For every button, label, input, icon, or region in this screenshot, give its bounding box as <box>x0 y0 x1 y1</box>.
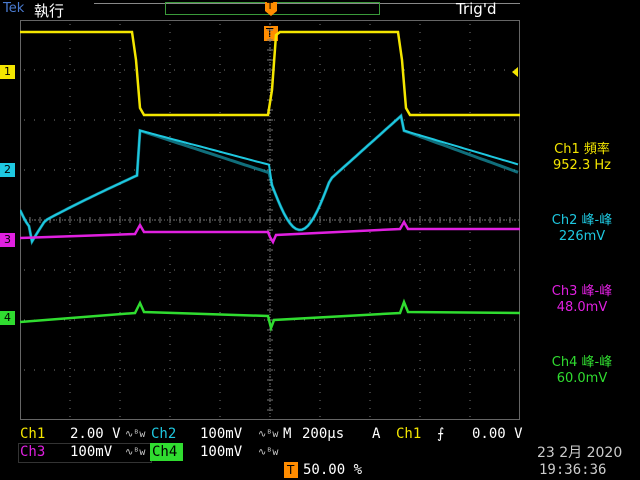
ch1-scale[interactable]: 2.00 V <box>70 425 121 443</box>
ch2-trace-envelope <box>20 113 519 246</box>
measurement-value: 952.3 Hz <box>553 158 611 173</box>
measurement-title: Ch1 頻率 <box>554 142 610 157</box>
timebase-value[interactable]: 200µs <box>302 425 344 443</box>
measurement-value: 226mV <box>558 229 606 244</box>
trigger-position-badge-label: T <box>287 463 295 477</box>
trigger-label: A <box>372 426 381 442</box>
measurement-title: Ch3 峰-峰 <box>551 284 613 299</box>
trigger-source[interactable]: Ch1 <box>396 425 421 443</box>
trigger-position-value[interactable]: 50.00 % <box>303 461 362 479</box>
ch3-ground-marker[interactable]: 3 <box>0 233 15 247</box>
measurement-ch2-pkpk: Ch2 峰-峰 226mV <box>524 213 640 245</box>
ch3-bw-limit-icon: ∿ᴮw <box>125 447 146 458</box>
ch2-bw-limit-icon: ∿ᴮw <box>258 429 279 440</box>
ch3-name: Ch3 <box>20 444 46 460</box>
measurement-title: Ch4 峰-峰 <box>551 355 613 370</box>
graticule <box>20 20 520 420</box>
measurement-value: 48.0mV <box>556 300 608 315</box>
trigger-level[interactable]: 0.00 V <box>472 425 523 443</box>
time: 19:36:36 <box>539 462 607 478</box>
measurement-ch3-pkpk: Ch3 峰-峰 48.0mV <box>524 284 640 316</box>
measurement-title: Ch2 峰-峰 <box>551 213 613 228</box>
measurement-value: 60.0mV <box>556 371 608 386</box>
ch4-ground-marker[interactable]: 4 <box>0 311 15 325</box>
ch2-ground-marker[interactable]: 2 <box>0 163 15 177</box>
ch3-scale[interactable]: 100mV <box>70 443 112 461</box>
ch1-ground-marker[interactable]: 1 <box>0 65 15 79</box>
date: 23 2月 2020 <box>537 445 623 461</box>
ch1-bw-limit-icon: ∿ᴮw <box>125 429 146 440</box>
measurement-ch1-frequency: Ch1 頻率 952.3 Hz <box>524 142 640 174</box>
ch1-name: Ch1 <box>20 426 46 442</box>
trigger-slope-icon: ⨍ <box>437 426 445 442</box>
ch2-name: Ch2 <box>151 426 177 442</box>
ch4-name: Ch4 <box>152 444 178 460</box>
timebase-label: M <box>283 426 292 442</box>
trigger-position-label: T <box>267 1 274 12</box>
ch4-scale[interactable]: 100mV <box>200 443 242 461</box>
traces <box>20 30 520 333</box>
ch4-bw-limit-icon: ∿ᴮw <box>258 447 279 458</box>
waveform-display[interactable] <box>20 20 520 420</box>
measurement-ch4-pkpk: Ch4 峰-峰 60.0mV <box>524 355 640 387</box>
ch2-scale[interactable]: 100mV <box>200 425 242 443</box>
